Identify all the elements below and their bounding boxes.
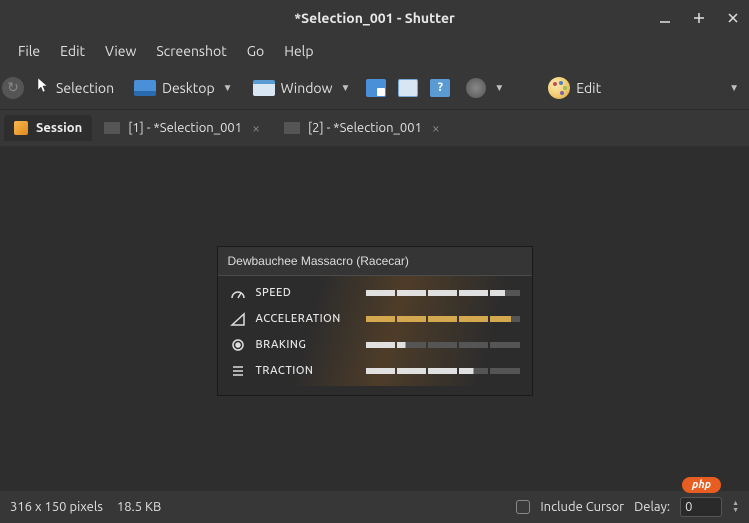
thumbnail-icon <box>284 122 300 134</box>
edit-tool[interactable]: Edit <box>540 74 609 102</box>
watermark: php <box>682 477 721 493</box>
stat-row: BRAKING <box>230 338 520 352</box>
delay-input[interactable] <box>680 497 722 517</box>
toolbar-overflow-icon[interactable]: ▼ <box>729 82 747 94</box>
tab-selection-2[interactable]: [2] - *Selection_001 × <box>274 114 452 142</box>
palette-icon <box>548 77 570 99</box>
stat-bar <box>366 316 520 322</box>
chevron-down-icon: ▼ <box>223 82 233 94</box>
clipboard-icon[interactable] <box>394 74 422 102</box>
edit-label: Edit <box>576 80 601 96</box>
stat-label: TRACTION <box>256 365 356 377</box>
desktop-tool[interactable]: Desktop ▼ <box>126 77 241 99</box>
delay-label: Delay: <box>634 500 670 514</box>
close-icon[interactable]: × <box>430 120 442 136</box>
window-label: Window <box>281 80 333 96</box>
close-icon[interactable]: × <box>250 120 262 136</box>
stat-bar <box>366 342 520 348</box>
tab-label: [1] - *Selection_001 <box>128 121 242 135</box>
redo-capture-icon[interactable]: ↻ <box>2 77 24 99</box>
window-tool[interactable]: Window ▼ <box>245 77 359 99</box>
stat-bar <box>366 368 520 374</box>
thumbnail-icon <box>104 122 120 134</box>
acceleration-icon <box>230 312 246 326</box>
stat-row: TRACTION <box>230 364 520 378</box>
desktop-icon <box>134 80 156 96</box>
effects-tool[interactable]: ▼ <box>458 75 512 101</box>
speed-icon <box>230 286 246 300</box>
stat-label: BRAKING <box>256 339 356 351</box>
tab-bar: Session [1] - *Selection_001 × [2] - *Se… <box>0 110 749 146</box>
stat-label: ACCELERATION <box>256 313 356 325</box>
stat-row: ACCELERATION <box>230 312 520 326</box>
tab-label: [2] - *Selection_001 <box>308 121 422 135</box>
titlebar: *Selection_001 - Shutter <box>0 0 749 36</box>
menu-help[interactable]: Help <box>274 39 323 63</box>
image-dimensions: 316 x 150 pixels <box>10 500 103 514</box>
window-icon <box>253 80 275 96</box>
menu-edit[interactable]: Edit <box>50 39 95 63</box>
tab-label: Session <box>36 121 82 135</box>
screenshot-preview[interactable]: Dewbauchee Massacro (Racecar) SPEED ACCEL… <box>217 246 533 396</box>
toolbar: ↻ Selection Desktop ▼ Window ▼ ? ▼ Edit … <box>0 66 749 110</box>
stat-label: SPEED <box>256 287 356 299</box>
file-size: 18.5 KB <box>117 500 161 514</box>
stat-row: SPEED <box>230 286 520 300</box>
delay-spinner[interactable]: ▲▼ <box>732 500 739 514</box>
window-title: *Selection_001 - Shutter <box>294 10 455 26</box>
menu-view[interactable]: View <box>95 39 146 63</box>
menubar: File Edit View Screenshot Go Help <box>0 36 749 66</box>
menu-screenshot[interactable]: Screenshot <box>146 39 236 63</box>
braking-icon <box>230 338 246 352</box>
include-cursor-checkbox[interactable] <box>516 500 530 514</box>
statusbar: 316 x 150 pixels 18.5 KB php Include Cur… <box>0 491 749 523</box>
help-upload-icon[interactable]: ? <box>426 74 454 102</box>
traction-icon <box>230 364 246 378</box>
tab-selection-1[interactable]: [1] - *Selection_001 × <box>94 114 272 142</box>
cursor-icon <box>36 77 50 99</box>
vehicle-name: Dewbauchee Massacro (Racecar) <box>218 247 532 276</box>
chevron-down-icon: ▼ <box>494 82 504 94</box>
chevron-down-icon: ▼ <box>340 82 350 94</box>
menu-file[interactable]: File <box>8 39 50 63</box>
stat-bar <box>366 290 520 296</box>
close-button[interactable] <box>725 10 741 26</box>
export-icon[interactable] <box>362 74 390 102</box>
include-cursor-label: Include Cursor <box>540 500 624 514</box>
desktop-label: Desktop <box>162 80 215 96</box>
blur-icon <box>466 78 486 98</box>
viewport: Dewbauchee Massacro (Racecar) SPEED ACCEL… <box>0 146 749 491</box>
maximize-button[interactable] <box>691 10 707 26</box>
minimize-button[interactable] <box>657 10 673 26</box>
session-icon <box>14 121 28 135</box>
menu-go[interactable]: Go <box>237 39 274 63</box>
tab-session[interactable]: Session <box>4 115 92 141</box>
selection-label: Selection <box>56 80 114 96</box>
selection-tool[interactable]: Selection <box>28 74 122 102</box>
vehicle-stats: SPEED ACCELERATION BRAKING TRACTION <box>218 276 532 386</box>
